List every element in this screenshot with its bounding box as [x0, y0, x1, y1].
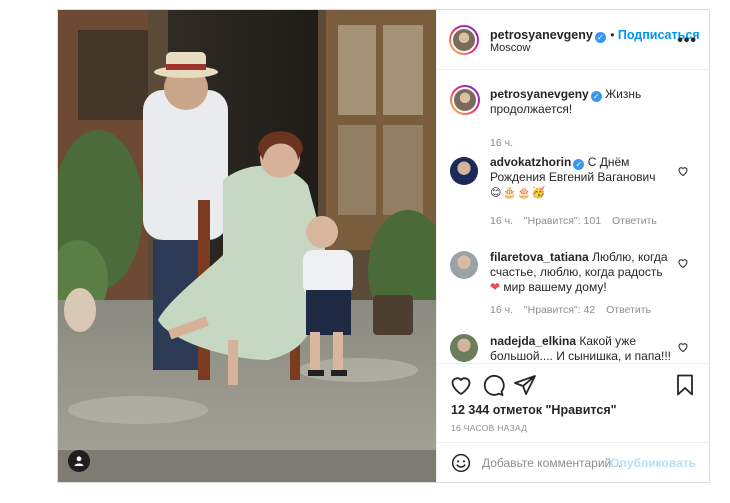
heart-outline-icon[interactable] [677, 341, 689, 353]
author-username[interactable]: petrosyanevgeny [490, 28, 593, 42]
comment-item: advokatzhorin ✓ С Днём Рождения Евгений В… [437, 155, 711, 235]
more-options-icon[interactable]: ••• [677, 32, 697, 50]
post-actions: 12 344 отметок "Нравится" 16 ЧАСОВ НАЗАД [437, 363, 711, 451]
like-heart-icon[interactable] [449, 373, 473, 397]
comment-bubble-icon[interactable] [481, 373, 505, 397]
caption-username[interactable]: petrosyanevgeny [490, 87, 589, 101]
comment-item: filaretova_tatiana Люблю, когда счастье,… [437, 243, 711, 323]
heart-outline-icon[interactable] [677, 165, 689, 177]
red-heart-icon: ❤ [490, 280, 501, 294]
comment-input[interactable]: Добавьте комментарий... [482, 456, 621, 470]
comment-likes[interactable]: "Нравится": 101 [524, 215, 601, 227]
commenter-username[interactable]: advokatzhorin [490, 155, 571, 169]
save-bookmark-icon[interactable] [673, 373, 697, 397]
commenter-username[interactable]: nadejda_elkina [490, 334, 576, 348]
separator-dot: • [610, 28, 618, 42]
verified-badge-icon: ✓ [590, 91, 602, 102]
post-timestamp[interactable]: 16 ЧАСОВ НАЗАД [451, 423, 527, 433]
comment-time[interactable]: 16 ч. [490, 304, 513, 316]
person-icon [74, 456, 84, 466]
post-card: petrosyanevgeny ✓ • Подписаться Moscow ••… [57, 9, 711, 483]
comment-meta: 16 ч. "Нравится": 42 Ответить [490, 304, 659, 316]
comment-time[interactable]: 16 ч. [490, 215, 513, 227]
commenter-username[interactable]: filaretova_tatiana [490, 250, 589, 264]
post-photo-illustration [58, 10, 436, 482]
commenter-avatar[interactable] [450, 334, 478, 362]
comment-item: nadejda_elkina Какой уже большой.... И с… [437, 331, 711, 363]
tagged-user-icon[interactable] [68, 450, 90, 472]
verified-badge-icon: ✓ [594, 32, 606, 43]
verified-badge-icon: ✓ [573, 159, 585, 170]
author-avatar[interactable] [449, 25, 479, 55]
caption-time[interactable]: 16 ч. [490, 137, 513, 149]
emoji-picker-icon[interactable] [451, 453, 471, 473]
caption-meta: 16 ч. [490, 137, 521, 149]
reply-button[interactable]: Ответить [606, 304, 651, 316]
publish-button[interactable]: Опубликовать [610, 456, 696, 470]
likes-count[interactable]: 12 344 отметок "Нравится" [451, 403, 617, 417]
heart-outline-icon[interactable] [677, 257, 689, 269]
post-photo[interactable] [58, 10, 436, 482]
comment-meta: 16 ч. "Нравится": 101 Ответить [490, 215, 665, 227]
reply-button[interactable]: Ответить [612, 215, 657, 227]
author-avatar-caption[interactable] [450, 85, 480, 115]
add-comment-bar: Добавьте комментарий... Опубликовать [437, 442, 711, 482]
post-location[interactable]: Moscow [490, 42, 530, 54]
comment-likes[interactable]: "Нравится": 42 [524, 304, 595, 316]
comment-text-2: мир вашему дому! [503, 280, 607, 294]
caption: petrosyanevgeny ✓ Жизнь продолжается! 16 … [437, 85, 711, 155]
share-send-icon[interactable] [513, 373, 537, 397]
post-side-panel: petrosyanevgeny ✓ • Подписаться Moscow ••… [436, 10, 711, 482]
comment-emojis: 😊🎂🎂🥳 [490, 187, 547, 199]
commenter-avatar[interactable] [450, 157, 478, 185]
comments-list[interactable]: petrosyanevgeny ✓ Жизнь продолжается! 16 … [437, 71, 711, 363]
post-header: petrosyanevgeny ✓ • Подписаться Moscow ••… [437, 10, 711, 70]
commenter-avatar[interactable] [450, 251, 478, 279]
